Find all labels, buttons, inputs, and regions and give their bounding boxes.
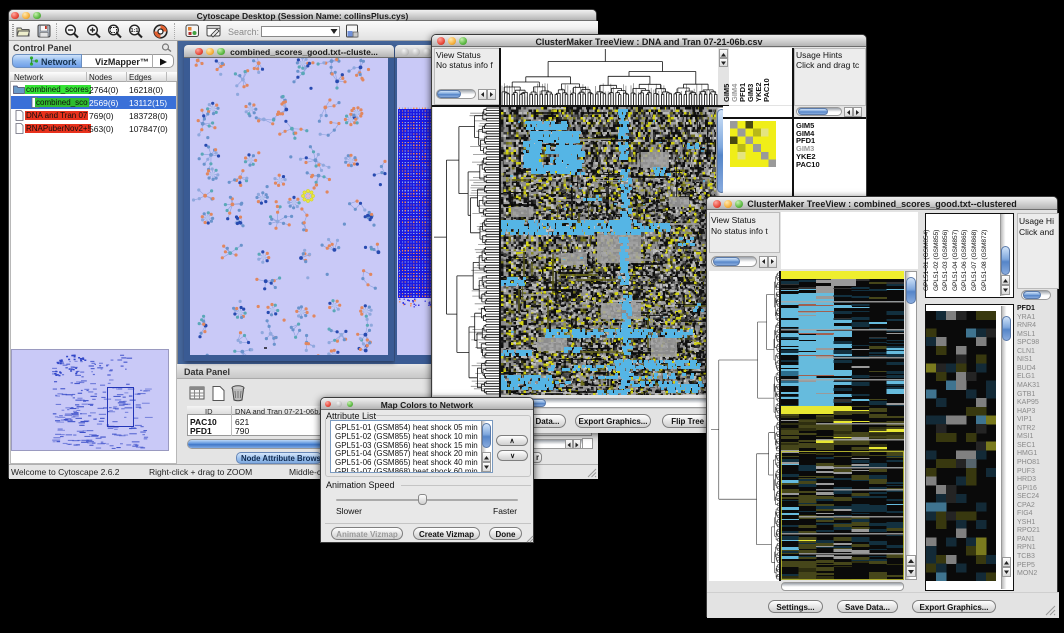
- svg-text:1:1: 1:1: [131, 28, 139, 34]
